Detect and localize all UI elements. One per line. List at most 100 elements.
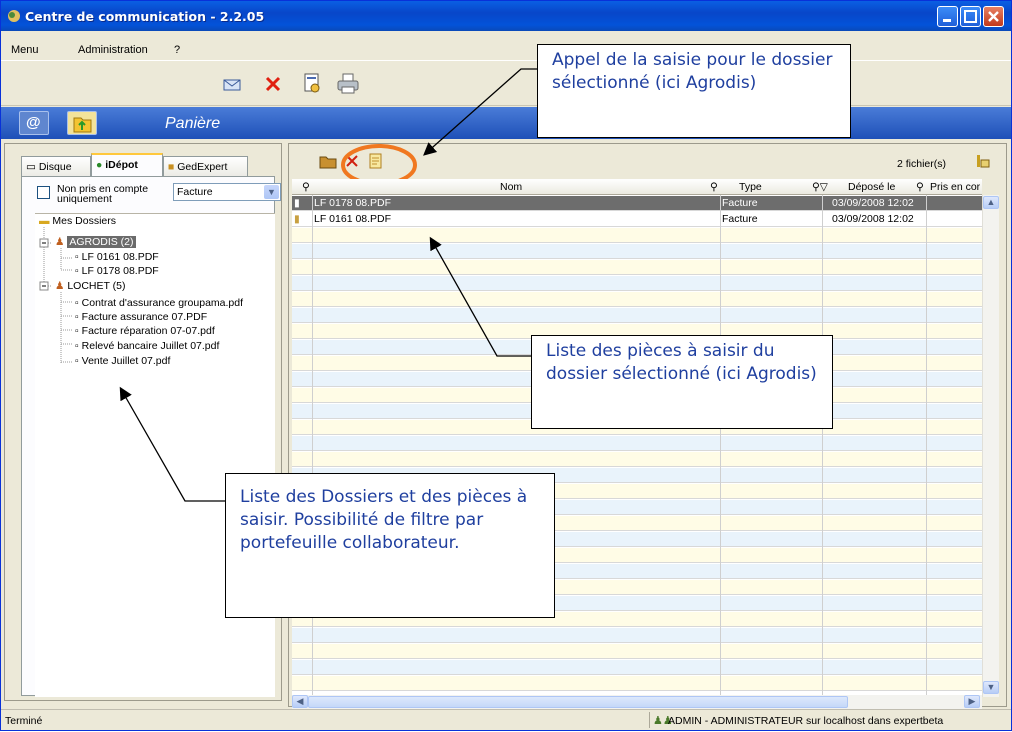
tree-file[interactable]: ▫ Relevé bancaire Juillet 07.pdf <box>75 340 219 352</box>
status-bar: Terminé ♟♟ ADMIN - ADMINISTRATEUR sur lo… <box>1 709 1011 730</box>
panel-title: Panière <box>165 115 221 132</box>
tab-disque[interactable]: ▭ Disque <box>21 156 91 176</box>
cell-nom: LF 0161 08.PDF <box>314 213 392 225</box>
filter-row: Non pris en compte uniquement Facture ▼ <box>37 183 281 213</box>
close-button[interactable] <box>983 6 1004 27</box>
checkbox-label: Non pris en compte uniquement <box>57 183 149 205</box>
empty-row <box>292 436 982 451</box>
scroll-down-icon[interactable]: ▼ <box>983 681 999 694</box>
send-mail-icon[interactable] <box>223 78 241 92</box>
tree-file[interactable]: ▫ Vente Juillet 07.pdf <box>75 355 170 367</box>
document-search-icon[interactable] <box>303 73 323 95</box>
tree-file-label: Relevé bancaire Juillet 07.pdf <box>81 340 220 352</box>
file-icon: ▫ <box>75 297 79 309</box>
grid-header: ⚲ Nom ⚲ Type ⚲▽ Déposé le ⚲ Pris en cor <box>292 179 982 195</box>
tree-root[interactable]: Mes Dossiers <box>52 215 116 227</box>
column-header-depose[interactable]: Déposé le <box>848 181 895 193</box>
tree-file-label: Vente Juillet 07.pdf <box>81 355 171 367</box>
callout-liste-dossiers: Liste des Dossiers et des pièces à saisi… <box>225 473 555 618</box>
tree-file[interactable]: ▫ LF 0161 08.PDF <box>75 251 159 263</box>
empty-row <box>292 260 982 275</box>
filter-icon[interactable]: ⚲ <box>302 181 310 193</box>
file-icon: ▫ <box>75 325 79 337</box>
filter-icon[interactable]: ⚲ <box>916 181 924 193</box>
menu-item-help[interactable]: ? <box>174 44 180 56</box>
tree-file-label: Facture réparation 07-07.pdf <box>81 325 215 337</box>
sort-desc-icon[interactable]: ⚲▽ <box>812 181 828 193</box>
empty-row <box>292 244 982 259</box>
section-header: @ Panière <box>1 107 1011 139</box>
column-header-type[interactable]: Type <box>739 181 762 193</box>
empty-row <box>292 276 982 291</box>
file-icon: ▫ <box>75 311 79 323</box>
empty-row <box>292 676 982 691</box>
minimize-button[interactable] <box>937 6 958 27</box>
menu-item-administration[interactable]: Administration <box>78 44 148 56</box>
file-icon: ▮ <box>294 213 300 225</box>
table-row[interactable]: ▮ LF 0178 08.PDF Facture 03/09/2008 12:02 <box>292 196 982 211</box>
tab-label: GedExpert <box>177 161 228 173</box>
tree-file-label: LF 0161 08.PDF <box>81 251 159 263</box>
menu-bar: Menu Administration ? <box>1 31 1011 61</box>
folder-upload-icon[interactable] <box>67 111 97 135</box>
mail-icon[interactable]: @ <box>19 111 49 135</box>
filter-icon[interactable]: ⚲ <box>710 181 718 193</box>
user-icon: ♟ <box>55 236 65 248</box>
cell-nom: LF 0178 08.PDF <box>314 197 392 209</box>
menu-item-menu[interactable]: Menu <box>11 44 39 56</box>
tree-file[interactable]: ▫ Contrat d'assurance groupama.pdf <box>75 297 243 309</box>
column-divider <box>822 195 823 697</box>
tree-file-label: LF 0178 08.PDF <box>81 265 159 277</box>
folder-icon: ▬ <box>39 215 50 227</box>
tree-file[interactable]: ▫ LF 0178 08.PDF <box>75 265 159 277</box>
column-chooser-icon[interactable] <box>976 154 990 168</box>
tree-file[interactable]: ▫ Facture réparation 07-07.pdf <box>75 325 215 337</box>
tree-folder-lochet[interactable]: LOCHET (5) <box>67 280 125 292</box>
delete-icon[interactable] <box>265 76 281 92</box>
tab-gedexpert[interactable]: ■ GedExpert <box>163 156 248 176</box>
scroll-thumb[interactable] <box>308 696 848 708</box>
table-row[interactable]: ▮ LF 0161 08.PDF Facture 03/09/2008 12:02 <box>292 212 982 227</box>
scroll-right-icon[interactable]: ▶ <box>964 695 980 708</box>
callout-liste-pieces: Liste des pièces à saisir du dossier sél… <box>531 335 833 429</box>
tab-idepot[interactable]: ● iDépot <box>91 153 163 177</box>
column-header-pris[interactable]: Pris en cor <box>930 181 980 193</box>
tree-file-label: Contrat d'assurance groupama.pdf <box>81 297 244 309</box>
column-divider <box>312 195 313 697</box>
select-value: Facture <box>177 186 213 198</box>
status-user: ADMIN - ADMINISTRATEUR sur localhost dan… <box>668 715 944 727</box>
app-icon <box>8 10 20 22</box>
non-pris-checkbox[interactable] <box>37 186 50 199</box>
empty-row <box>292 308 982 323</box>
file-icon: ▫ <box>75 251 79 263</box>
scroll-left-icon[interactable]: ◀ <box>292 695 308 708</box>
folder-open-icon[interactable] <box>319 153 337 169</box>
file-grid: ⚲ Nom ⚲ Type ⚲▽ Déposé le ⚲ Pris en cor … <box>292 179 982 697</box>
callout-saisie: Appel de la saisie pour le dossier sélec… <box>537 44 851 138</box>
column-header-nom[interactable]: Nom <box>500 181 522 193</box>
type-select[interactable]: Facture ▼ <box>173 183 281 201</box>
cell-type: Facture <box>722 213 758 225</box>
window-title: Centre de communication - 2.2.05 <box>25 9 265 24</box>
status-text: Terminé <box>5 715 43 727</box>
cell-type: Facture <box>722 197 758 209</box>
tree-file[interactable]: ▫ Facture assurance 07.PDF <box>75 311 207 323</box>
file-icon: ▫ <box>75 355 79 367</box>
globe-icon: ● <box>96 159 106 171</box>
tab-label: iDépot <box>105 159 138 171</box>
folder-icon: ■ <box>168 161 178 173</box>
column-divider <box>926 195 927 697</box>
tab-label: Disque <box>38 161 72 173</box>
scroll-up-icon[interactable]: ▲ <box>983 196 999 209</box>
tree-folder-agrodis[interactable]: AGRODIS (2) <box>67 236 136 248</box>
tree-file-label: Facture assurance 07.PDF <box>81 311 208 323</box>
print-icon[interactable] <box>337 73 359 95</box>
vertical-scrollbar[interactable]: ▲ ▼ <box>982 195 999 697</box>
status-divider <box>649 712 650 728</box>
app-window: Centre de communication - 2.2.05 Menu Ad… <box>0 0 1012 731</box>
maximize-button[interactable] <box>960 6 981 27</box>
horizontal-scrollbar[interactable]: ◀ ▶ <box>292 695 982 709</box>
chevron-down-icon[interactable]: ▼ <box>264 185 279 199</box>
file-icon: ▮ <box>294 197 300 209</box>
column-divider <box>720 195 721 697</box>
